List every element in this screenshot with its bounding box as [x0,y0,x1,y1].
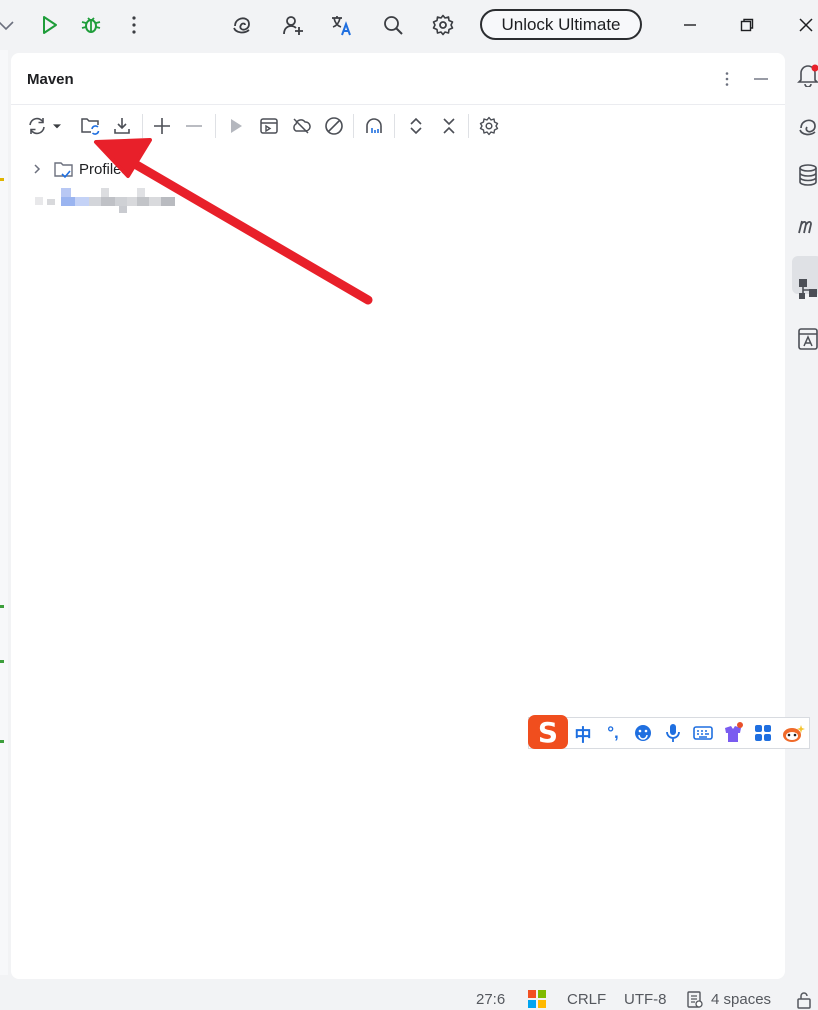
toolbar-separator [394,114,395,138]
chevron-down-icon[interactable] [0,11,20,39]
apps-icon[interactable] [748,719,778,747]
expand-all-icon[interactable] [403,113,429,139]
toolbar-separator [353,114,354,138]
windows-icon[interactable] [528,990,546,1010]
line-ending[interactable]: CRLF [567,991,606,1008]
skin-icon[interactable] [718,719,748,747]
translate-icon[interactable] [328,11,356,39]
redacted-project-node [35,188,175,214]
add-user-icon[interactable] [279,11,307,39]
main-toolbar: Unlock Ultimate [0,0,818,50]
ime-toolbar: S 中 °, [528,715,810,749]
restore-icon[interactable] [734,12,760,38]
mascot-icon[interactable] [778,719,808,747]
run-icon[interactable] [223,113,249,139]
notifications-icon[interactable] [796,62,818,88]
analyze-dependencies-icon[interactable] [361,113,387,139]
toolbar-separator [215,114,216,138]
preview-icon[interactable] [796,326,818,352]
editor-marker [0,178,4,181]
mic-icon[interactable] [658,719,688,747]
ai-assistant-icon[interactable] [228,11,256,39]
status-bar: 27:6 CRLF UTF-8 4 spaces [0,985,818,1010]
chevron-right-icon[interactable] [29,161,45,177]
close-icon[interactable] [793,12,818,38]
run-icon[interactable] [35,11,63,39]
dropdown-icon[interactable] [49,113,65,139]
editor-marker [0,605,4,608]
more-icon[interactable] [120,11,148,39]
add-icon[interactable] [149,113,175,139]
search-icon[interactable] [379,11,407,39]
skip-tests-icon[interactable] [321,113,347,139]
toolbar-separator [142,114,143,138]
right-tool-strip [790,50,818,975]
emoji-icon[interactable] [628,719,658,747]
panel-title: Maven [27,71,74,88]
offline-icon[interactable] [288,113,314,139]
editor-marker [0,740,4,743]
settings-icon[interactable] [476,113,502,139]
caret-position[interactable]: 27:6 [476,991,505,1008]
minimize-icon[interactable] [677,12,703,38]
toolbar-separator [468,114,469,138]
structure-icon[interactable] [796,276,818,302]
ai-chat-icon[interactable] [796,114,818,140]
ime-logo[interactable]: S [528,715,568,749]
unlock-ultimate-button[interactable]: Unlock Ultimate [480,9,642,40]
execute-goal-icon[interactable] [256,113,282,139]
divider [11,104,785,105]
editor-edge [0,50,8,975]
ime-punctuation-toggle[interactable]: °, [598,719,628,747]
collapse-all-icon[interactable] [436,113,462,139]
editor-marker [0,660,4,663]
hide-icon[interactable] [749,67,773,91]
options-icon[interactable] [715,67,739,91]
tree-label: Profiles [79,160,130,178]
ime-language-toggle[interactable]: 中 [568,719,598,747]
lock-icon[interactable] [796,991,812,1010]
generate-sources-icon[interactable] [77,113,103,139]
download-icon[interactable] [109,113,135,139]
maven-icon[interactable] [796,212,818,238]
reload-icon[interactable] [24,113,50,139]
tree-node-profiles[interactable]: Profiles [29,157,129,181]
settings-icon[interactable] [429,11,457,39]
debug-icon[interactable] [77,11,105,39]
remove-icon[interactable] [181,113,207,139]
indent-icon [686,991,704,1010]
folder-icon [53,159,75,179]
maven-tool-window: Maven Profiles [11,53,785,979]
file-encoding[interactable]: UTF-8 [624,991,667,1008]
database-icon[interactable] [796,162,818,188]
indent-setting[interactable]: 4 spaces [711,991,771,1008]
keyboard-icon[interactable] [688,719,718,747]
